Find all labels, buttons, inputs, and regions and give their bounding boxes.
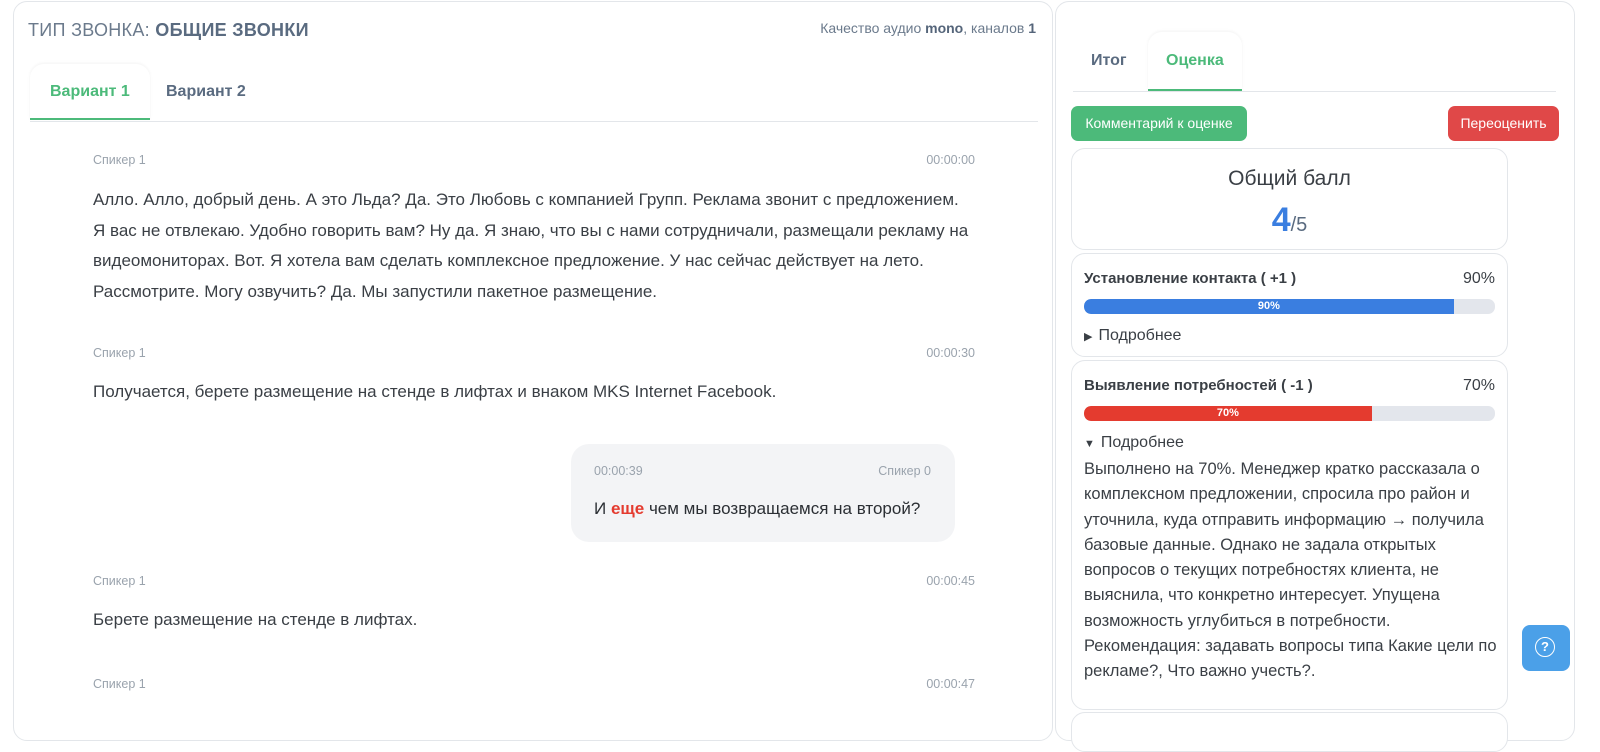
speaker-label: Спикер 0	[878, 464, 931, 478]
criterion-card: Установление контакта ( +1 ) 90% 90% ▶ По…	[1071, 253, 1508, 357]
speaker-label: Спикер 1	[93, 677, 146, 691]
timestamp: 00:00:39	[594, 464, 643, 478]
message-text-part: И	[594, 499, 611, 518]
score-number: 4	[1271, 201, 1291, 239]
speaker-label: Спикер 1	[93, 153, 146, 167]
criterion-title: Выявление потребностей ( -1 )	[1084, 377, 1313, 394]
criterion-card	[1071, 712, 1508, 752]
evaluation-panel: Итог Оценка Комментарий к оценке Переоце…	[1055, 1, 1575, 752]
progress-fill: 70%	[1084, 406, 1372, 421]
call-type-label: ТИП ЗВОНКА:	[28, 20, 150, 40]
details-toggle[interactable]: ▼ Подробнее	[1084, 434, 1184, 452]
criterion-title: Установление контакта ( +1 )	[1084, 270, 1297, 287]
progress-bar: 90%	[1084, 299, 1495, 314]
transcript-panel: ТИП ЗВОНКА: ОБЩИЕ ЗВОНКИ Качество аудио …	[13, 1, 1053, 741]
audio-quality-info: Качество аудио mono, каналов 1	[820, 20, 1036, 36]
criterion-card: Выявление потребностей ( -1 ) 70% 70% ▼ П…	[1071, 360, 1508, 710]
tab-variant-1[interactable]: Вариант 1	[30, 64, 150, 120]
speaker-label: Спикер 1	[93, 346, 146, 360]
timestamp: 00:00:00	[926, 153, 975, 167]
timestamp: 00:00:45	[926, 574, 975, 588]
call-type-heading: ТИП ЗВОНКА: ОБЩИЕ ЗВОНКИ	[28, 20, 309, 41]
message-text: Получается, берете размещение на стенде …	[93, 382, 777, 401]
question-icon: ?	[1535, 637, 1555, 657]
channels-value: 1	[1028, 20, 1036, 36]
details-toggle-label: Подробнее	[1100, 434, 1184, 451]
speaker-label: Спикер 1	[93, 574, 146, 588]
message-text-part: чем мы возвращаемся на второй?	[644, 499, 921, 518]
message-text: И еще чем мы возвращаемся на второй?	[594, 499, 920, 519]
progress-bar: 70%	[1084, 406, 1495, 421]
timestamp: 00:00:47	[926, 677, 975, 691]
help-button[interactable]: ?	[1522, 625, 1570, 671]
message-text: Алло. Алло, добрый день. А это Льда? Да.…	[93, 190, 969, 301]
message-text: Берете размещение на стенде в лифтах.	[93, 610, 418, 629]
call-type-value: ОБЩИЕ ЗВОНКИ	[155, 20, 309, 40]
audio-mode: mono	[925, 20, 964, 36]
tab-variant-2[interactable]: Вариант 2	[146, 64, 266, 120]
details-toggle[interactable]: ▶ Подробнее	[1084, 327, 1181, 345]
tab-evaluation[interactable]: Оценка	[1148, 32, 1242, 91]
total-score-title: Общий балл	[1228, 167, 1351, 190]
triangle-down-icon: ▼	[1084, 438, 1095, 450]
channels-label: , каналов	[963, 20, 1029, 36]
reevaluate-button[interactable]: Переоценить	[1448, 106, 1559, 141]
highlighted-word: еще	[610, 499, 645, 518]
tab-summary[interactable]: Итог	[1073, 32, 1145, 91]
variant-tabs: Вариант 1 Вариант 2	[30, 62, 1038, 122]
criterion-percent: 70%	[1462, 377, 1495, 394]
progress-fill: 90%	[1084, 299, 1454, 314]
criterion-detail-text: Выполнено на 70%. Менеджер кратко расска…	[1084, 460, 1497, 681]
audio-quality-prefix: Качество аудио	[820, 20, 926, 36]
total-score-value: 4/5	[1072, 201, 1507, 240]
comment-button[interactable]: Комментарий к оценке	[1071, 106, 1247, 141]
score-max: /5	[1290, 214, 1308, 236]
timestamp: 00:00:30	[926, 346, 975, 360]
total-score-card: Общий балл 4/5	[1071, 148, 1508, 250]
evaluation-tabs: Итог Оценка	[1073, 32, 1556, 92]
operator-message-bubble: 00:00:39 Спикер 0 И еще чем мы возвращае…	[571, 444, 955, 542]
triangle-right-icon: ▶	[1084, 331, 1093, 343]
details-toggle-label: Подробнее	[1098, 327, 1182, 344]
criterion-percent: 90%	[1462, 270, 1495, 287]
